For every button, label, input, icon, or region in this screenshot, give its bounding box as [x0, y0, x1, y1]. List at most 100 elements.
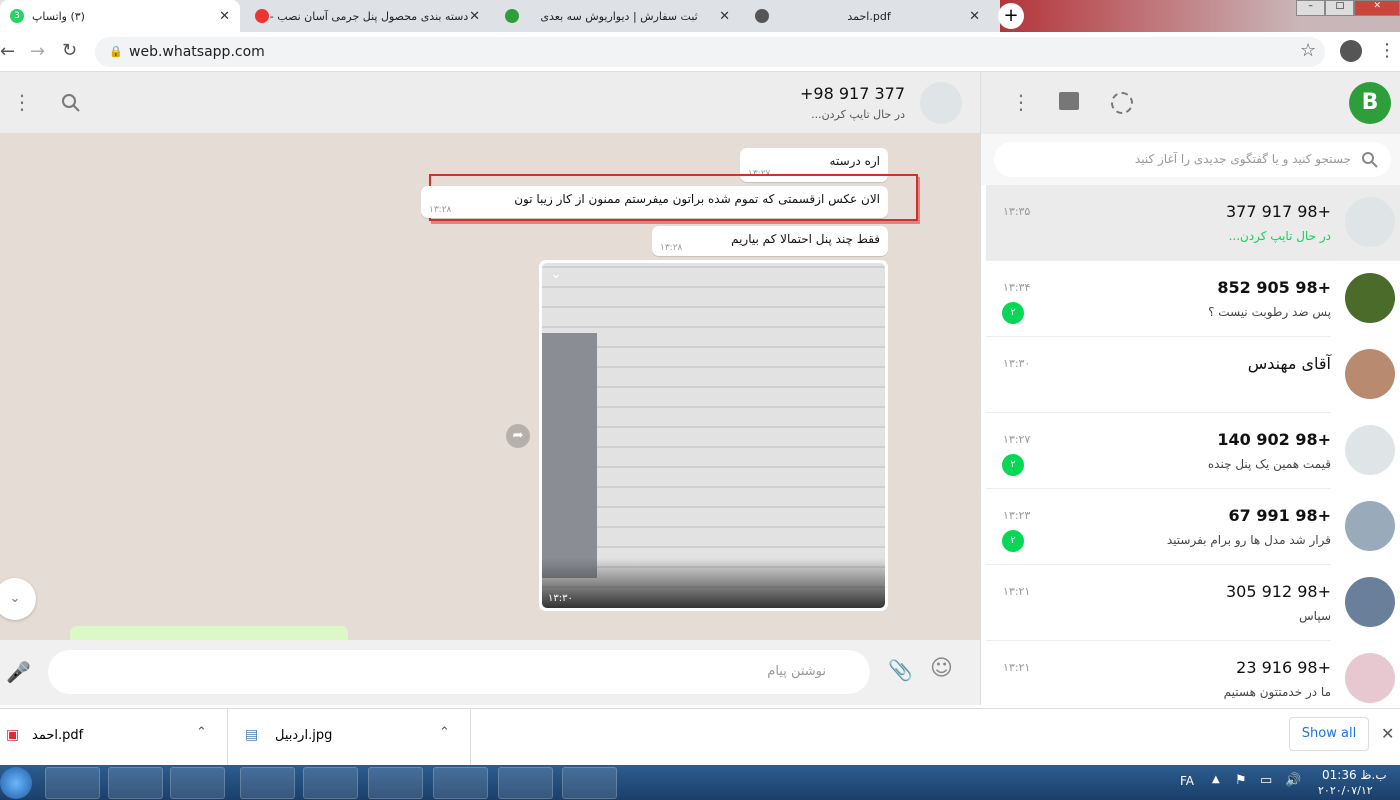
maximize-button[interactable]: □ — [1325, 0, 1355, 16]
chat-preview: قیمت همین یک پنل چنده — [1207, 457, 1331, 471]
search-input[interactable]: جستجو کنید و یا گفتگوی جدیدی را آغاز کنی… — [994, 142, 1391, 177]
chat-name: +98 991 67 — [1228, 506, 1332, 525]
explorer-icon[interactable] — [108, 767, 163, 799]
image-file-icon: ▤ — [245, 727, 259, 743]
emoji-icon[interactable]: ☺ — [930, 656, 953, 681]
search-icon[interactable] — [60, 92, 82, 114]
chat-name: +98 905 852 — [1217, 278, 1331, 297]
reload-icon[interactable]: ↻ — [62, 40, 77, 61]
chat-list-item[interactable]: +98 902 140 قیمت همین یک پنل چنده ۱۳:۲۷ … — [986, 413, 1400, 489]
media-player-icon[interactable] — [170, 767, 225, 799]
site-favicon — [505, 9, 520, 23]
tab-product-category[interactable]: ✕ دسته بندی محصول پنل جرمی آسان نصب - — [245, 0, 490, 32]
new-tab-button[interactable]: + — [998, 3, 1024, 29]
tab-whatsapp[interactable]: ✕ (۳) واتساپ 3 — [0, 0, 240, 32]
sidebar-header: ⋮ B — [981, 72, 1400, 134]
chat-name: +98 912 305 — [1225, 582, 1331, 601]
tab-pdf[interactable]: ✕ pdf.احمد — [745, 0, 990, 32]
chrome-icon[interactable] — [240, 767, 295, 799]
image-message[interactable]: ⌄ ۱۳:۳۰ — [539, 260, 888, 611]
action-center-flag-icon[interactable]: ⚑ — [1235, 773, 1247, 788]
acrobat-icon[interactable] — [498, 767, 553, 799]
forward-icon[interactable]: → — [30, 41, 45, 62]
show-all-button[interactable]: Show all — [1289, 717, 1369, 751]
unread-badge: ۲ — [1002, 530, 1024, 552]
close-window-button[interactable]: ✕ — [1354, 0, 1400, 16]
telegram-icon[interactable] — [433, 767, 488, 799]
chat-time: ۱۳:۲۷ — [1003, 433, 1031, 446]
forward-icon[interactable]: ➦ — [506, 424, 530, 448]
avatar — [1345, 349, 1395, 399]
word-icon[interactable] — [562, 767, 617, 799]
avatar — [1345, 577, 1395, 627]
close-tab-icon[interactable]: ✕ — [219, 9, 230, 24]
chat-header[interactable]: ⋮ +98 917 377 در حال تایپ کردن... — [0, 72, 980, 134]
message-bubble: فقط چند پنل احتمالا کم بیاریم ۱۳:۲۸ — [652, 226, 888, 256]
chat-time: ۱۳:۲۳ — [1003, 509, 1031, 522]
chat-name: +98 916 23 — [1236, 658, 1331, 677]
download-item[interactable]: ▤ اردبیل.jpg ⌃ — [229, 709, 471, 765]
contact-name: +98 917 377 — [799, 84, 905, 103]
close-tab-icon[interactable]: ✕ — [969, 9, 980, 24]
menu-icon[interactable]: ⋮ — [1378, 40, 1396, 61]
start-button[interactable] — [0, 767, 32, 799]
chat-list-sidebar: ⋮ B جستجو کنید و یا گفتگوی جدیدی را آغاز… — [980, 72, 1400, 717]
avatar — [1345, 501, 1395, 551]
close-tab-icon[interactable]: ✕ — [719, 9, 730, 24]
network-icon[interactable]: ▭ — [1260, 773, 1272, 788]
close-icon[interactable]: ✕ — [1381, 724, 1394, 743]
search-icon — [1362, 152, 1378, 168]
chat-list-item[interactable]: +98 905 852 پس ضد رطوبت نیست ؟ ۱۳:۳۴ ۲ — [986, 261, 1400, 337]
chat-preview: قرار شد مدل ها رو برام بفرستید — [1166, 533, 1331, 547]
window-controls: – □ ✕ — [1296, 0, 1400, 16]
globe-icon — [755, 9, 769, 23]
status-icon[interactable] — [1111, 92, 1133, 114]
avatar — [1345, 197, 1395, 247]
chat-name: +98 902 140 — [1217, 430, 1331, 449]
downloads-bar: ▣ احمد.pdf ⌃ ▤ اردبیل.jpg ⌃ Show all ✕ — [0, 708, 1400, 765]
profile-icon[interactable] — [1340, 40, 1362, 62]
new-chat-icon[interactable] — [1059, 92, 1079, 110]
chat-list-item[interactable]: +98 917 377 در حال تایپ کردن... ۱۳:۳۵ — [986, 185, 1400, 261]
chat-list-item[interactable]: +98 991 67 قرار شد مدل ها رو برام بفرستی… — [986, 489, 1400, 565]
chat-time: ۱۳:۳۴ — [1003, 281, 1031, 294]
avatar[interactable] — [920, 82, 962, 124]
photo-door — [542, 333, 597, 578]
url-input[interactable]: 🔒 web.whatsapp.com — [95, 37, 1325, 67]
chevron-down-icon[interactable]: ⌄ — [550, 266, 562, 282]
typing-status: در حال تایپ کردن... — [811, 108, 905, 121]
notepad-icon[interactable] — [303, 767, 358, 799]
chat-preview: سپاس — [1299, 609, 1331, 623]
pdf-icon: ▣ — [6, 727, 20, 743]
chevron-up-icon[interactable]: ⌃ — [196, 725, 207, 740]
microphone-icon[interactable]: 🎤 — [6, 660, 31, 684]
tab-order[interactable]: ✕ ثبت سفارش | دیواریوش سه بعدی — [495, 0, 740, 32]
download-item[interactable]: ▣ احمد.pdf ⌃ — [0, 709, 228, 765]
profile-avatar[interactable]: B — [1349, 82, 1391, 124]
avatar — [1345, 653, 1395, 703]
scroll-down-button[interactable]: ⌄ — [0, 578, 36, 620]
attach-icon[interactable]: 📎 — [888, 658, 913, 682]
ie-icon[interactable] — [45, 767, 100, 799]
message-input[interactable]: نوشتن پیام — [48, 650, 870, 694]
chevron-up-icon[interactable]: ⌃ — [439, 725, 450, 740]
chat-list-item[interactable]: آقای مهندس ۱۳:۳۰ — [986, 337, 1400, 413]
volume-icon[interactable]: 🔊 — [1285, 773, 1301, 788]
back-icon[interactable]: ← — [0, 41, 15, 62]
compose-bar: 🎤 نوشتن پیام 📎 ☺ — [0, 640, 980, 705]
close-tab-icon[interactable]: ✕ — [469, 9, 480, 24]
minimize-button[interactable]: – — [1296, 0, 1326, 16]
bookmark-star-icon[interactable]: ☆ — [1300, 40, 1316, 61]
menu-icon[interactable]: ⋮ — [1011, 90, 1031, 114]
psiphon-icon[interactable] — [368, 767, 423, 799]
chat-time: ۱۳:۳۵ — [1003, 205, 1031, 218]
menu-icon[interactable]: ⋮ — [12, 90, 32, 114]
lock-icon: 🔒 — [109, 45, 123, 58]
chat-list-item[interactable]: +98 916 23 ما در خدمتتون هستیم ۱۳:۲۱ — [986, 641, 1400, 717]
chat-preview: در حال تایپ کردن... — [1228, 229, 1331, 243]
avatar — [1345, 425, 1395, 475]
show-hidden-icons[interactable]: ▲ — [1212, 774, 1220, 785]
chat-list-item[interactable]: +98 912 305 سپاس ۱۳:۲۱ — [986, 565, 1400, 641]
search-bar: جستجو کنید و یا گفتگوی جدیدی را آغاز کنی… — [981, 134, 1400, 185]
browser-tab-bar: ✕ (۳) واتساپ 3 ✕ دسته بندی محصول پنل جرم… — [0, 0, 1400, 32]
